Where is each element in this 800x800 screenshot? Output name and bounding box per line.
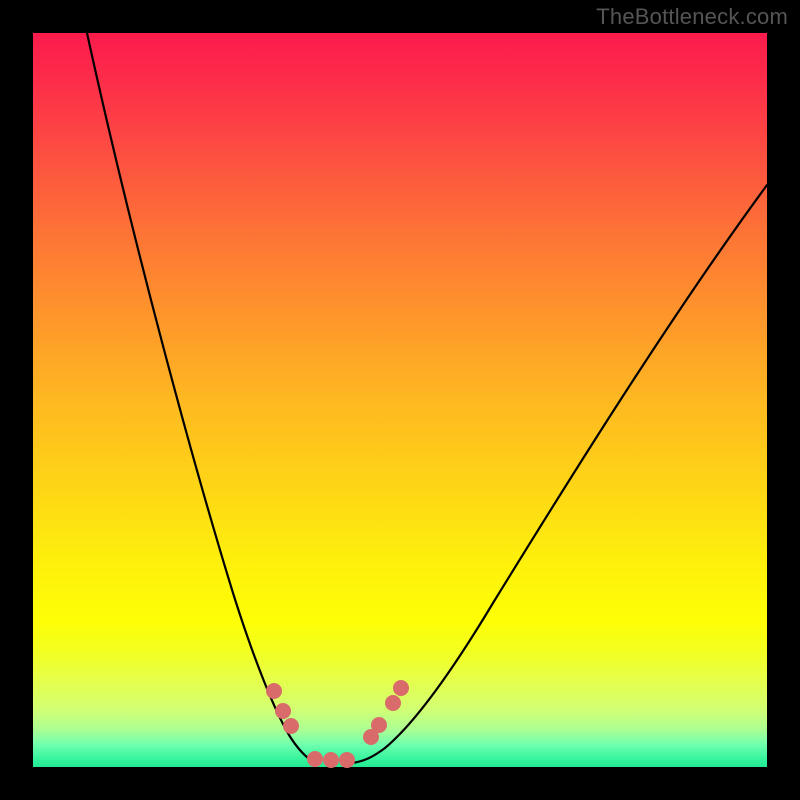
marker-dot bbox=[283, 718, 299, 734]
marker-dot bbox=[275, 703, 291, 719]
watermark-text: TheBottleneck.com bbox=[596, 4, 788, 30]
right-curve bbox=[351, 185, 767, 763]
chart-frame: TheBottleneck.com bbox=[0, 0, 800, 800]
marker-dot bbox=[371, 717, 387, 733]
marker-dot bbox=[266, 683, 282, 699]
left-curve bbox=[87, 33, 315, 763]
marker-dot bbox=[307, 751, 323, 767]
plot-area bbox=[33, 33, 767, 767]
marker-dot bbox=[339, 752, 355, 768]
marker-dots-group bbox=[266, 680, 409, 768]
marker-dot bbox=[385, 695, 401, 711]
curve-layer bbox=[33, 33, 767, 767]
marker-dot bbox=[323, 752, 339, 768]
marker-dot bbox=[393, 680, 409, 696]
